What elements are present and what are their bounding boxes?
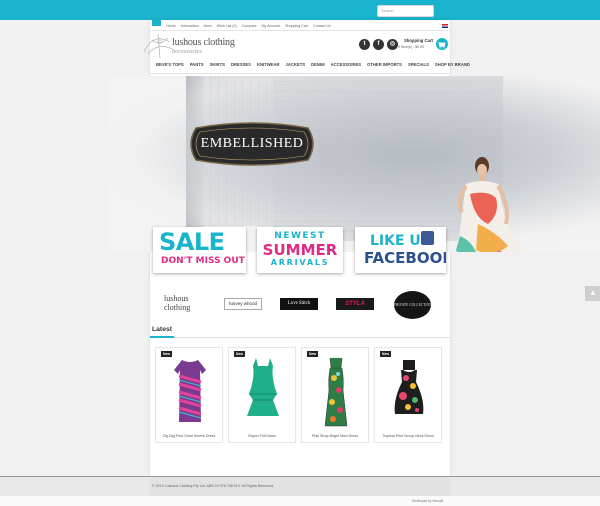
brand-logo-lushous[interactable]: lushous clothing [164,294,204,312]
product-image[interactable] [170,356,210,428]
twitter-icon[interactable]: t [359,39,370,50]
nav-item-accessories[interactable]: ACCESSORIES [328,62,364,67]
toplink-home[interactable]: Home [166,24,176,28]
cart-summary[interactable]: 0 item(s) - $0.00 [398,45,424,49]
toplink-account[interactable]: My Account [262,24,281,28]
site-logo[interactable]: lushous clothing accessories [140,32,250,60]
nav-item-specials[interactable]: SPECIALS [405,62,432,67]
logo-subtitle: accessories [172,48,202,55]
toplink-contact[interactable]: Contact Us [313,24,331,28]
top-bar [0,0,600,20]
promo-sale[interactable]: SALE DON'T MISS OUT! [153,227,246,273]
top-links: Home Information More Wish List (0) Comp… [166,24,331,28]
chevron-up-icon: ▲ [589,288,597,297]
facebook-icon[interactable]: f [373,39,384,50]
nav-item-jackets[interactable]: JACKETS [283,62,309,67]
nav-item-denim[interactable]: DENIM [308,62,328,67]
promo-new-line3: ARRIVALS [270,258,330,267]
divider [150,337,450,338]
toplink-information[interactable]: Information [181,24,199,28]
promo-new-line1: NEWEST [274,231,326,241]
developer-credit[interactable]: Developed by Nexus8 [412,499,443,503]
latest-heading: Latest [152,326,173,333]
brand-logo-lovestitch[interactable]: Love Stitch [280,298,318,310]
search-input[interactable]: Search [377,5,434,17]
promo-like-line2: FACEBOOK [364,249,446,267]
promo-new-arrivals[interactable]: NEWEST SUMMER ARRIVALS [257,227,343,273]
brand-logo-styla[interactable]: STYLA [336,298,374,310]
product-card[interactable]: New Rayon Frill Dress [228,347,296,443]
heading-accent [150,336,174,338]
product-name[interactable]: Zig Zag Print Short Sleeve Dress [156,434,222,438]
nav-item-skirts[interactable]: SKIRTS [207,62,228,67]
home-tab-indicator [152,20,161,26]
product-card[interactable]: New Plait Strap Bright Maxi Dress [301,347,369,443]
product-image[interactable] [389,356,429,428]
nav-item-other-imports[interactable]: OTHER IMPORTS [364,62,405,67]
nav-item-tops[interactable]: BEVE'S TOPS [153,62,187,67]
footer-bottom [0,496,600,506]
product-image[interactable] [243,356,283,428]
copyright-text: © 2013 Lushous Clothing Pty Ltd. ABN 24 … [152,484,275,488]
nav-item-shop-by-brand[interactable]: SHOP BY BRAND [432,62,473,67]
scroll-to-top-button[interactable]: ▲ [585,286,600,301]
product-name[interactable]: Rayon Frill Dress [229,434,295,438]
nav-item-pants[interactable]: PANTS [187,62,207,67]
brand-logo-harvey[interactable]: harvey whood [224,298,262,310]
language-flag-icon[interactable] [442,24,448,28]
product-name[interactable]: Plait Strap Bright Maxi Dress [302,434,368,438]
logo-title: lushous clothing [172,37,235,48]
product-image[interactable] [316,356,356,428]
main-nav: BEVE'S TOPS PANTS SKIRTS DRESSES KNITWEA… [153,62,473,67]
promo-new-line2: SUMMER [262,241,338,259]
cart-icon[interactable] [436,38,448,50]
nav-item-dresses[interactable]: DRESSES [228,62,254,67]
promo-sale-title: SALE [159,228,225,256]
nav-item-knitwear[interactable]: KNITWEAR [254,62,283,67]
thumbs-up-icon [421,231,434,245]
hero-model-image [456,157,524,252]
hero-badge-text: EMBELLISHED [200,136,304,151]
toplink-wishlist[interactable]: Wish List (0) [217,24,237,28]
toplink-compare[interactable]: Compare [242,24,257,28]
brand-logo-round[interactable]: PRIVATE COLLECTION [394,291,432,319]
instagram-icon[interactable]: ◎ [387,39,398,50]
product-card[interactable]: New Zig Zag Print Short Sleeve Dress [155,347,223,443]
product-name[interactable]: Tropical Print Scoop Neck Dress [375,434,441,438]
toplink-more[interactable]: More [204,24,212,28]
promo-sale-subtitle: DON'T MISS OUT! [161,256,246,266]
divider [150,73,450,74]
cart-title[interactable]: Shopping Cart [404,38,433,43]
divider [150,30,450,31]
hero-banner[interactable]: EMBELLISHED [108,76,600,252]
promo-facebook[interactable]: LIKE US FACEBOOK [355,227,446,273]
product-card[interactable]: New Tropical Print Scoop Neck Dress [374,347,442,443]
toplink-cart[interactable]: Shopping Cart [285,24,308,28]
